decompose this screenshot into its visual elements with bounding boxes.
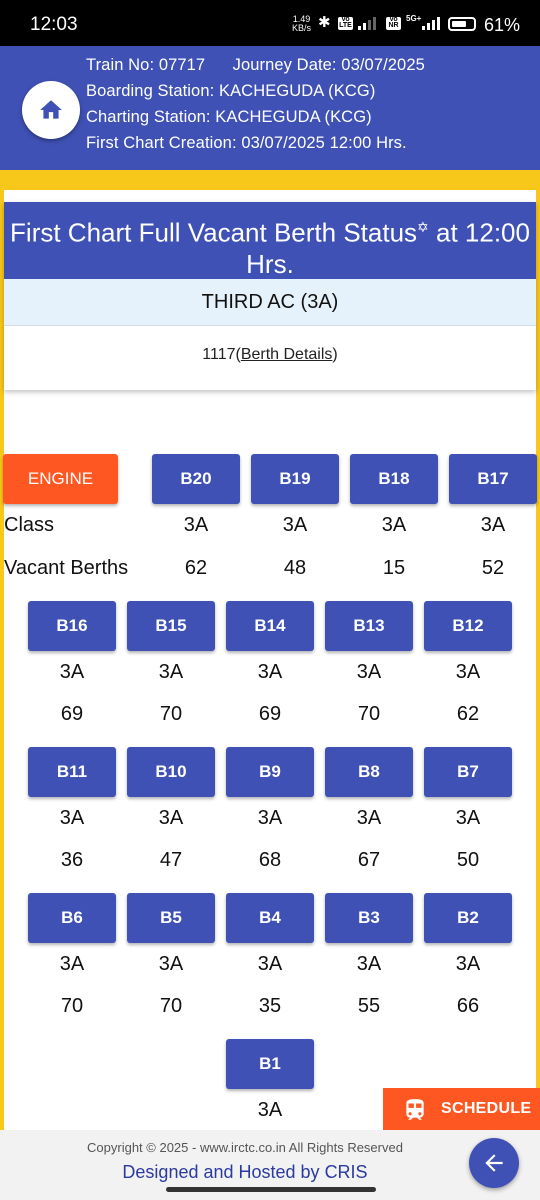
coach-vacant-berths: 69 [60, 703, 84, 725]
coach-vacant-berths: 48 [283, 557, 307, 579]
coach-vacant-berths: 50 [456, 849, 480, 871]
coach-vacant-berths: 15 [382, 557, 406, 579]
coach-class: 3A [59, 661, 85, 683]
coach-button-b1[interactable]: B1 [226, 1039, 314, 1089]
coach-button-b3[interactable]: B3 [325, 893, 413, 943]
battery-percent: 61% [484, 15, 521, 35]
coach-button-b20[interactable]: B20 [152, 454, 240, 504]
class-name: THIRD AC (3A) [4, 279, 536, 326]
home-button[interactable] [22, 81, 80, 139]
train-and-date: Train No: 07717 Journey Date: 03/07/2025 [86, 56, 425, 75]
coach-vacant-berths: 70 [357, 703, 381, 725]
boarding-station: Boarding Station: KACHEGUDA (KCG) [86, 82, 376, 100]
train-number: Train No: 07717 [86, 56, 206, 74]
coach-button-b4[interactable]: B4 [226, 893, 314, 943]
coach-class: 3A [455, 661, 481, 683]
total-vacant-count: 1117 [202, 346, 236, 363]
coach-class: 3A [257, 661, 283, 683]
coach-vacant-berths: 68 [258, 849, 282, 871]
coach-button-b10[interactable]: B10 [127, 747, 215, 797]
coach-class: 3A [455, 953, 481, 975]
coach-class: 3A [480, 514, 506, 536]
coach-class: 3A [356, 953, 382, 975]
berth-details-link[interactable]: Berth Details [241, 346, 333, 363]
star-of-david-icon: ✡ [417, 219, 429, 235]
berth-count: 1117(Berth Details) [202, 346, 338, 363]
coach-button-b6[interactable]: B6 [28, 893, 116, 943]
engine-button[interactable]: ENGINE [3, 454, 118, 504]
coach-class: 3A [158, 807, 184, 829]
coach-vacant-berths: 67 [357, 849, 381, 871]
signal-icon [358, 16, 376, 30]
coach-class: 3A [59, 953, 85, 975]
coach-button-b18[interactable]: B18 [350, 454, 438, 504]
first-chart-time: First Chart Creation: 03/07/2025 12:00 H… [86, 134, 407, 152]
bluetooth-icon: ✱ [318, 14, 331, 31]
designed-by: Designed and Hosted by CRIS [122, 1162, 368, 1182]
cris-link[interactable]: CRIS [325, 1162, 368, 1182]
coach-button-b9[interactable]: B9 [226, 747, 314, 797]
vonr-icon: Vo NR [386, 16, 401, 30]
coach-vacant-berths: 36 [60, 849, 84, 871]
coach-vacant-berths: 70 [159, 995, 183, 1017]
coach-class: 3A [381, 514, 407, 536]
coach-class: 3A [183, 514, 209, 536]
battery-icon [448, 17, 476, 31]
coach-vacant-berths: 62 [456, 703, 480, 725]
gesture-bar[interactable] [166, 1187, 376, 1192]
coach-class: 3A [158, 953, 184, 975]
coach-vacant-berths: 69 [258, 703, 282, 725]
coach-button-b19[interactable]: B19 [251, 454, 339, 504]
coach-class: 3A [356, 661, 382, 683]
journey-date: Journey Date: 03/07/2025 [232, 56, 425, 74]
coach-button-b17[interactable]: B17 [449, 454, 537, 504]
coach-vacant-berths: 52 [481, 557, 505, 579]
train-icon [406, 1099, 424, 1120]
coach-class: 3A [455, 807, 481, 829]
coach-vacant-berths: 62 [184, 557, 208, 579]
vacant-berth-card: First Chart Full Vacant Berth Status✡ at… [4, 202, 536, 390]
coach-vacant-berths: 47 [159, 849, 183, 871]
coach-button-b5[interactable]: B5 [127, 893, 215, 943]
charting-station: Charting Station: KACHEGUDA (KCG) [86, 108, 372, 126]
arrow-left-icon [485, 1154, 503, 1172]
card-title: First Chart Full Vacant Berth Status✡ at… [4, 202, 536, 279]
network-speed: 1.49 KB/s [292, 14, 312, 33]
coach-button-b2[interactable]: B2 [424, 893, 512, 943]
home-icon [40, 100, 62, 119]
coach-vacant-berths: 35 [258, 995, 282, 1017]
back-button[interactable] [469, 1138, 519, 1188]
coach-vacant-berths: 70 [159, 703, 183, 725]
network-type: 5G+ [406, 14, 422, 23]
schedule-label: SCHEDULE [441, 1100, 532, 1117]
coach-class: 3A [158, 661, 184, 683]
coach-button-b15[interactable]: B15 [127, 601, 215, 651]
signal-icon-2 [422, 16, 440, 30]
coach-vacant-berths: 66 [456, 995, 480, 1017]
coach-class: 3A [282, 514, 308, 536]
schedule-button[interactable]: SCHEDULE [383, 1088, 540, 1130]
coach-button-b11[interactable]: B11 [28, 747, 116, 797]
coach-class: 3A [257, 953, 283, 975]
clock: 12:03 [30, 14, 78, 35]
coach-class: 3A [356, 807, 382, 829]
coach-class: 3A [257, 807, 283, 829]
coach-vacant-berths: 70 [60, 995, 84, 1017]
coach-button-b16[interactable]: B16 [28, 601, 116, 651]
copyright-text: Copyright © 2025 - www.irctc.co.in All R… [87, 1140, 403, 1155]
train-info-header: Train No: 07717 Journey Date: 03/07/2025… [0, 46, 540, 170]
coach-class: 3A [257, 1099, 283, 1121]
coach-button-b7[interactable]: B7 [424, 747, 512, 797]
vacant-row-label: Vacant Berths [4, 557, 129, 579]
volte-icon: Vo LTE [338, 16, 353, 30]
class-row-label: Class [4, 514, 55, 536]
coach-button-b8[interactable]: B8 [325, 747, 413, 797]
coach-button-b13[interactable]: B13 [325, 601, 413, 651]
coach-button-b14[interactable]: B14 [226, 601, 314, 651]
coach-button-b12[interactable]: B12 [424, 601, 512, 651]
coach-vacant-berths: 55 [357, 995, 381, 1017]
footer: Copyright © 2025 - www.irctc.co.in All R… [0, 1130, 540, 1200]
coach-class: 3A [59, 807, 85, 829]
status-bar: 12:03 1.49 KB/s ✱ Vo LTE Vo NR 5G+ 61% [0, 0, 540, 46]
